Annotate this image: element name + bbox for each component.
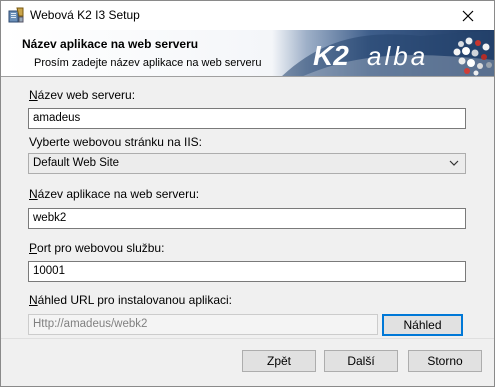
logo-alba-text: alba xyxy=(367,41,428,71)
logo-k2-text: K2 xyxy=(313,40,349,71)
website-select-value: Default Web Site xyxy=(33,157,120,169)
app-name-input[interactable]: webk2 xyxy=(28,208,466,229)
website-select[interactable]: Default Web Site xyxy=(28,153,466,174)
header-banner: Název aplikace na web serveru Prosím zad… xyxy=(1,30,494,77)
cancel-button[interactable]: Storno xyxy=(408,350,482,372)
window-title: Webová K2 I3 Setup xyxy=(30,8,140,22)
close-button[interactable] xyxy=(448,1,488,30)
port-input[interactable]: 10001 xyxy=(28,261,466,282)
close-icon xyxy=(462,10,474,21)
button-bar: Zpět Další Storno xyxy=(1,339,494,386)
setup-window: Webová K2 I3 Setup Název aplikace na web… xyxy=(0,0,495,387)
preview-button[interactable]: Náhled xyxy=(382,314,463,336)
next-button[interactable]: Další xyxy=(324,350,398,372)
form-area: Název web serveru: amadeus Vyberte webov… xyxy=(1,78,494,338)
website-label: Vyberte webovou stránku na IIS: xyxy=(29,135,202,149)
server-name-label: Název web serveru: xyxy=(29,88,136,102)
k2-alba-logo: K2 alba xyxy=(313,37,492,76)
url-preview-label: Náhled URL pro instalovanou aplikaci: xyxy=(29,293,233,307)
banner-title: Název aplikace na web serveru xyxy=(22,37,199,51)
chevron-down-icon xyxy=(449,160,459,166)
port-label: Port pro webovou službu: xyxy=(29,241,165,255)
title-bar: Webová K2 I3 Setup xyxy=(1,1,494,30)
app-name-label: Název aplikace na web serveru: xyxy=(29,187,200,201)
logo-dots-icon xyxy=(453,37,492,76)
server-name-input[interactable]: amadeus xyxy=(28,108,466,129)
banner-subtitle: Prosím zadejte název aplikace na web ser… xyxy=(34,57,262,69)
back-button[interactable]: Zpět xyxy=(242,350,316,372)
installer-icon xyxy=(8,7,24,23)
url-preview-field: Http://amadeus/webk2 xyxy=(28,314,378,335)
